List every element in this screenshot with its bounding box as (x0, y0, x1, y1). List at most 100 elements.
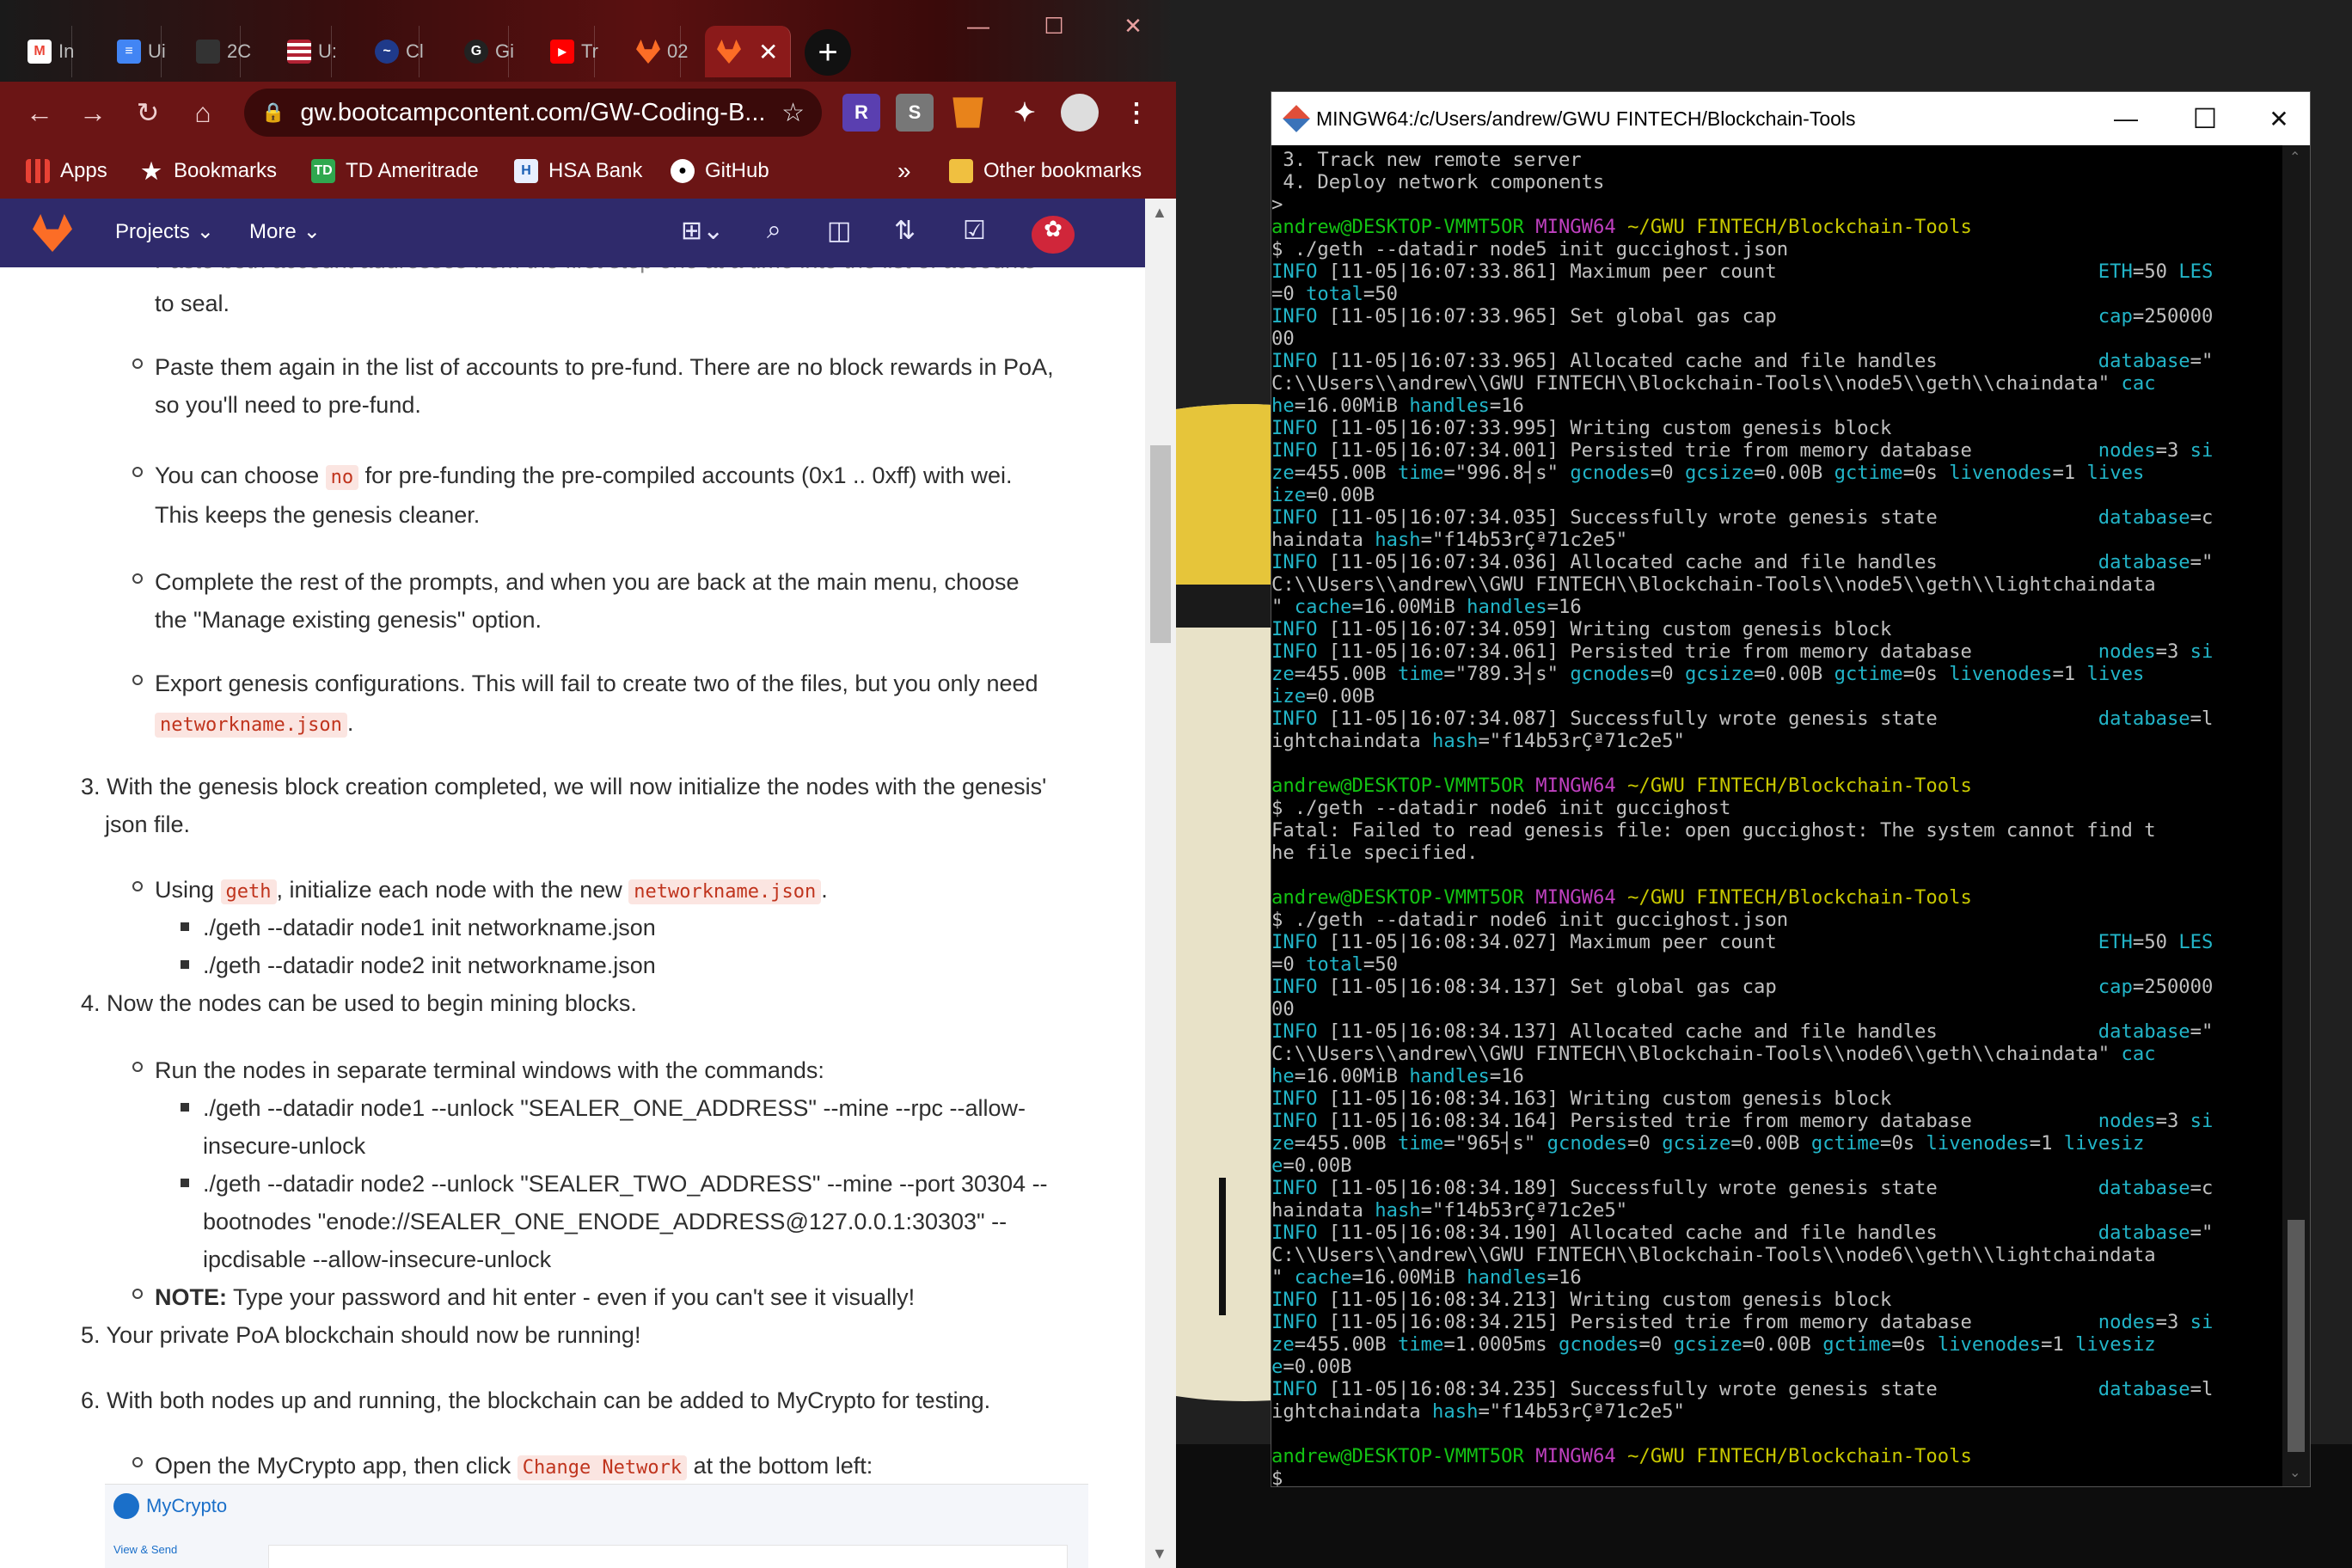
text-line: Export genesis configurations. This will… (155, 671, 1038, 696)
scroll-up-icon[interactable]: ⌃ (2289, 149, 2300, 166)
scroll-down-icon[interactable]: ▼ (1152, 1545, 1167, 1563)
terminal-text: gcsize (1684, 462, 1755, 484)
bookmark-github[interactable]: ● GitHub (671, 159, 769, 183)
tab-gitlab[interactable]: 02 (624, 26, 688, 77)
terminal-text: nodes (2098, 1110, 2156, 1132)
profile-avatar[interactable] (1061, 94, 1099, 132)
close-button[interactable]: ✕ (1095, 0, 1171, 52)
bookmark-hsa[interactable]: H HSA Bank (514, 159, 642, 183)
terminal-text: =c (2190, 1177, 2214, 1199)
scroll-thumb[interactable] (1150, 445, 1171, 643)
inline-code: networkname.json (155, 713, 347, 738)
terminal-text: si (2190, 640, 2214, 663)
page-scrollbar[interactable]: ▲ ▼ (1145, 199, 1176, 1568)
reload-icon[interactable]: ↻ (126, 90, 170, 135)
scroll-down-icon[interactable]: ⌄ (2289, 1464, 2300, 1481)
bookmark-bookmarks[interactable]: ★ Bookmarks (139, 158, 277, 184)
terminal-text: hash (1432, 1400, 1479, 1423)
bookmarks-overflow[interactable]: » (897, 157, 911, 185)
back-icon[interactable]: ← (17, 90, 62, 135)
maximize-button[interactable]: ☐ (1016, 0, 1092, 52)
more-menu[interactable]: More ⌄ (249, 219, 321, 244)
terminal-text: =16.00MiB (1351, 596, 1467, 618)
issues-icon[interactable]: ◫ (827, 216, 851, 246)
note-label: NOTE: (155, 1284, 227, 1310)
terminal-output[interactable]: 3. Track new remote server 4. Deploy net… (1271, 145, 2282, 1486)
hsa-icon: H (514, 159, 538, 183)
github-icon: ● (671, 159, 695, 183)
terminal-text: =1 (2029, 1132, 2064, 1155)
terminal-text: =16.00MiB (1294, 395, 1410, 417)
terminal-line: ize=0.00B (1271, 685, 2282, 707)
terminal-text: andrew@DESKTOP-VMMT5OR (1271, 1445, 1536, 1467)
extension-s-icon[interactable]: S (896, 94, 934, 132)
home-icon[interactable]: ⌂ (181, 90, 225, 135)
terminal-maximize-button[interactable]: ☐ (2165, 92, 2245, 145)
bookmark-td[interactable]: TD TD Ameritrade (311, 159, 479, 183)
user-avatar[interactable]: ✿ (1032, 216, 1075, 254)
terminal-text: =50 (1363, 283, 1398, 305)
tab-cl[interactable]: ~ Cl (363, 26, 424, 77)
todos-icon[interactable]: ☑ (963, 216, 986, 246)
tab-label: 02 (667, 40, 689, 62)
extension-r-icon[interactable]: R (842, 94, 880, 132)
bullet-circle (132, 1457, 143, 1467)
terminal-text: cac (2121, 1043, 2156, 1065)
terminal-text: INFO (1271, 439, 1329, 462)
blank-icon (196, 40, 220, 64)
tab-flag[interactable]: U: (275, 26, 337, 77)
terminal-line: INFO [11-05|16:07:33.861] Maximum peer c… (1271, 260, 2282, 283)
bullet-square (181, 922, 189, 931)
tab-youtube[interactable]: ▶ Tr (538, 26, 598, 77)
terminal-text: =0.00B (1306, 685, 1375, 707)
scroll-up-icon[interactable]: ▲ (1152, 204, 1167, 222)
terminal-window[interactable]: MINGW64:/c/Users/andrew/GWU FINTECH/Bloc… (1271, 91, 2311, 1487)
terminal-text: cap (2098, 305, 2133, 328)
search-icon[interactable]: ⌕ (767, 216, 781, 245)
bookmark-apps[interactable]: Apps (26, 159, 107, 183)
tab-github[interactable]: G Gi (452, 26, 514, 77)
forward-icon[interactable]: → (70, 90, 115, 135)
terminal-close-button[interactable]: ✕ (2239, 92, 2318, 145)
terminal-text: [11-05|16:08:34.137] Allocated cache and… (1328, 1020, 2098, 1043)
terminal-text: =0 (1650, 663, 1685, 685)
page-content: Paste both account addresses from the fi… (0, 267, 1145, 1568)
terminal-line: 4. Deploy network components (1271, 171, 2282, 193)
bullet-circle (132, 881, 143, 891)
gitlab-logo-icon[interactable] (33, 214, 72, 252)
terminal-text: =50 (2132, 260, 2179, 283)
terminal-text: livenodes (1949, 663, 2053, 685)
terminal-scroll-thumb[interactable] (2288, 1220, 2305, 1452)
new-tab-button[interactable]: + (805, 29, 851, 76)
close-tab-icon[interactable]: ✕ (758, 38, 778, 66)
terminal-minimize-button[interactable]: — (2086, 92, 2165, 145)
terminal-text: INFO (1271, 1378, 1329, 1400)
tab-gitlab-active[interactable]: ✕ (705, 26, 791, 77)
terminal-text: [11-05|16:07:34.061] Persisted trie from… (1328, 640, 2098, 663)
metamask-icon[interactable] (952, 97, 983, 128)
terminal-text: database (2098, 506, 2190, 529)
docs-icon: ≡ (117, 40, 141, 64)
new-plus-icon[interactable]: ⊞⌄ (681, 216, 724, 246)
gitlab-icon (717, 40, 741, 64)
tab-blank[interactable]: 2C (184, 26, 251, 77)
minimize-button[interactable]: — (940, 0, 1016, 52)
terminal-text: hash (1432, 730, 1479, 752)
terminal-line: $ (1271, 1467, 2282, 1486)
terminal-text: C:\\Users\\andrew\\GWU FINTECH\\Blockcha… (1271, 1244, 2156, 1266)
projects-menu[interactable]: Projects ⌄ (115, 219, 214, 244)
menu-kebab-icon[interactable]: ⋮ (1118, 94, 1155, 132)
tab-docs[interactable]: ≡ Ui (105, 26, 166, 77)
other-bookmarks[interactable]: Other bookmarks (949, 159, 1142, 183)
terminal-text: he (1271, 395, 1295, 417)
terminal-scrollbar[interactable]: ⌃ ⌄ (2282, 145, 2310, 1486)
tab-gmail[interactable]: M In (15, 26, 74, 77)
extensions-puzzle-icon[interactable]: ✦ (1006, 94, 1044, 132)
address-bar[interactable]: 🔒 gw.bootcampcontent.com/GW-Coding-B... … (244, 89, 822, 137)
terminal-line: haindata hash="f14b53rÇª71c2e5" (1271, 1199, 2282, 1222)
terminal-title: MINGW64:/c/Users/andrew/GWU FINTECH/Bloc… (1316, 107, 1856, 130)
merge-requests-icon[interactable]: ⇅ (894, 216, 916, 246)
bookmark-star-icon[interactable]: ☆ (781, 98, 805, 128)
terminal-titlebar[interactable]: MINGW64:/c/Users/andrew/GWU FINTECH/Bloc… (1271, 92, 2310, 145)
terminal-text: INFO (1271, 551, 1329, 573)
